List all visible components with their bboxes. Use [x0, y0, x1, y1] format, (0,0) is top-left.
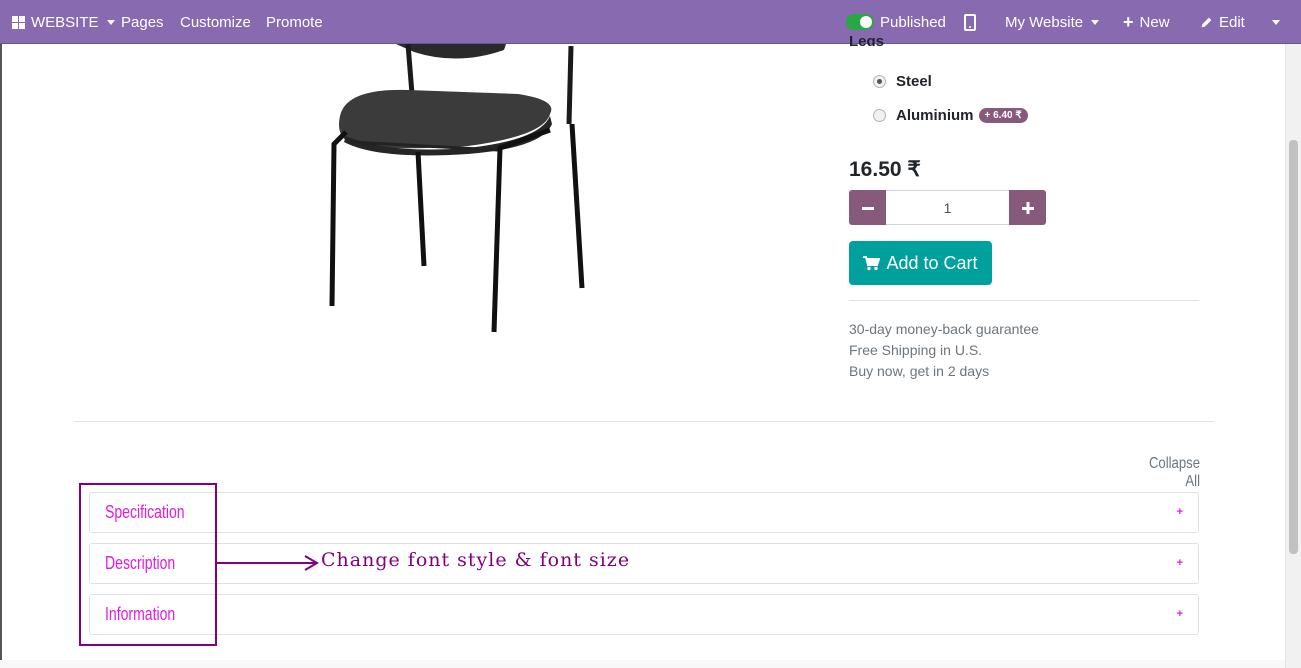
- my-website-label: My Website: [1005, 13, 1084, 31]
- minus-icon: [861, 206, 874, 210]
- edit-dropdown-toggle[interactable]: [1264, 0, 1286, 44]
- mobile-preview-button[interactable]: [964, 0, 976, 44]
- caret-down-icon: [1272, 19, 1280, 25]
- radio-checked-icon[interactable]: [873, 75, 886, 88]
- annotation-arrow-icon: [215, 555, 319, 571]
- accordion-information[interactable]: Information +: [89, 594, 1199, 635]
- published-label: Published: [880, 13, 946, 31]
- pencil-icon: [1201, 17, 1212, 27]
- accordion-specification[interactable]: Specification +: [89, 492, 1199, 533]
- website-menu[interactable]: WEBSITE: [12, 0, 115, 44]
- caret-down-icon: [106, 19, 115, 25]
- expand-plus-icon: +: [1176, 557, 1183, 569]
- accordion-title: Information: [105, 604, 176, 624]
- new-button[interactable]: + New: [1123, 0, 1170, 44]
- quantity-stepper: [849, 190, 1046, 225]
- promote-menu[interactable]: Promote: [266, 0, 323, 44]
- option-steel[interactable]: Steel: [873, 73, 932, 90]
- expand-plus-icon: +: [1176, 608, 1183, 620]
- quantity-input[interactable]: [886, 190, 1009, 225]
- info-line: 30-day money-back guarantee: [849, 321, 1039, 337]
- accordion-title: Specification: [105, 502, 185, 522]
- option-label: Aluminium: [896, 107, 974, 124]
- website-menu-label: WEBSITE: [31, 13, 99, 31]
- page-bottom-strip: [0, 660, 1286, 668]
- product-info-text: 30-day money-back guarantee Free Shippin…: [849, 319, 1039, 382]
- toggle-icon: [846, 14, 874, 30]
- pages-menu[interactable]: Pages: [121, 0, 164, 44]
- add-to-cart-label: Add to Cart: [886, 252, 978, 273]
- mobile-phone-icon: [964, 13, 976, 31]
- cart-icon: [863, 255, 881, 270]
- expand-plus-icon: +: [1176, 506, 1183, 518]
- product-image: [329, 44, 585, 333]
- info-line: Free Shipping in U.S.: [849, 342, 983, 358]
- attribute-title: Legs: [849, 34, 885, 46]
- option-aluminium[interactable]: Aluminium + 6.40 ₹: [873, 107, 1028, 124]
- edit-button[interactable]: Edit: [1200, 0, 1245, 44]
- scrollbar-thumb[interactable]: [1289, 140, 1298, 554]
- caret-down-icon: [1091, 19, 1100, 25]
- option-label: Steel: [896, 73, 932, 90]
- extra-price-badge: + 6.40 ₹: [978, 108, 1028, 123]
- radio-unchecked-icon[interactable]: [873, 109, 886, 122]
- edit-label: Edit: [1219, 13, 1245, 31]
- top-navbar: WEBSITE Pages Customize Promote Publishe…: [0, 0, 1301, 44]
- new-label: New: [1139, 13, 1170, 31]
- annotation-text: Change font style & font size: [321, 549, 631, 571]
- apps-grid-icon: [12, 15, 25, 29]
- increase-quantity-button[interactable]: [1009, 190, 1046, 225]
- add-to-cart-button[interactable]: Add to Cart: [849, 241, 992, 285]
- info-line: Buy now, get in 2 days: [849, 363, 990, 379]
- accordion-title: Description: [105, 553, 176, 573]
- plus-icon: [1021, 201, 1034, 214]
- my-website-menu[interactable]: My Website: [1005, 0, 1100, 44]
- window-edge: [0, 44, 2, 668]
- decrease-quantity-button[interactable]: [849, 190, 886, 225]
- collapse-all-link[interactable]: Collapse All: [1134, 455, 1200, 491]
- product-price: 16.50 ₹: [849, 158, 921, 181]
- customize-menu[interactable]: Customize: [180, 0, 251, 44]
- divider: [849, 300, 1199, 301]
- section-divider: [74, 421, 1214, 422]
- plus-icon: +: [1123, 12, 1134, 32]
- vertical-scrollbar[interactable]: [1285, 44, 1301, 668]
